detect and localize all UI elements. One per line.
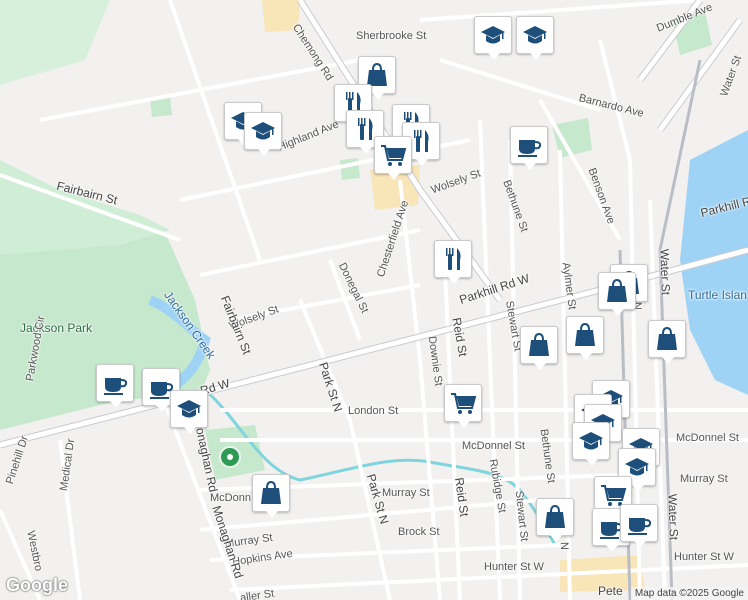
marker-cafe-left[interactable] xyxy=(96,364,134,408)
park-upper-left xyxy=(0,0,110,85)
map-attribution[interactable]: Map data ©2025 Google xyxy=(630,587,748,600)
marker-restaurant-parkhill[interactable] xyxy=(434,240,472,284)
place-label-turtle-island: Turtle Islan xyxy=(688,288,747,302)
park-pin-icon[interactable] xyxy=(219,446,241,468)
marker-school-top-1[interactable] xyxy=(474,16,512,60)
marker-shop-downtown[interactable] xyxy=(536,498,574,542)
map-canvas[interactable]: Chemong Rd Sherbrooke St Dumble Ave Wate… xyxy=(0,0,748,600)
marker-shop-stewart-2[interactable] xyxy=(566,316,604,360)
marker-shop-stewart-1[interactable] xyxy=(520,326,558,370)
street-label-hunter-right: Hunter St W xyxy=(674,551,734,563)
street-label-n: N xyxy=(557,541,571,551)
street-label-mcdonn-left: McDonn xyxy=(210,492,251,504)
marker-school-highland-2[interactable] xyxy=(244,112,282,156)
place-label-jackson-park: Jackson Park xyxy=(20,321,93,335)
street-label-brock: Brock St xyxy=(398,526,440,538)
street-label-london: London St xyxy=(348,405,399,417)
marker-shop-geo-2[interactable] xyxy=(598,272,636,316)
street-label-murray-right: Murray St xyxy=(680,473,728,485)
marker-shop-water[interactable] xyxy=(648,320,686,364)
marker-shop-murray[interactable] xyxy=(252,474,290,518)
marker-grocery-london[interactable] xyxy=(444,384,482,428)
marker-cafe-downtown-2[interactable] xyxy=(620,504,658,548)
marker-school-downtown-4[interactable] xyxy=(572,422,610,466)
marker-school-left[interactable] xyxy=(170,390,208,434)
place-label-peterborough: Pete xyxy=(598,584,623,598)
park-small-2 xyxy=(340,158,360,180)
street-label-water-low: Water St xyxy=(665,493,681,541)
street-label-hunter-mid: Hunter St W xyxy=(484,561,544,573)
street-label-sherbrooke-top: Sherbrooke St xyxy=(356,30,427,42)
marker-grocery-chemong[interactable] xyxy=(374,136,412,180)
marker-school-top-2[interactable] xyxy=(516,16,554,60)
marker-cafe-barnardo[interactable] xyxy=(510,126,548,170)
street-label-water-mid: Water St xyxy=(657,248,673,296)
street-label-mcdonnel-right: McDonnel St xyxy=(676,432,739,444)
street-label-mcdonnel-mid: McDonnel St xyxy=(462,440,525,452)
google-logo: Google xyxy=(6,575,68,595)
street-label-murray-mid: Murray St xyxy=(382,487,430,499)
